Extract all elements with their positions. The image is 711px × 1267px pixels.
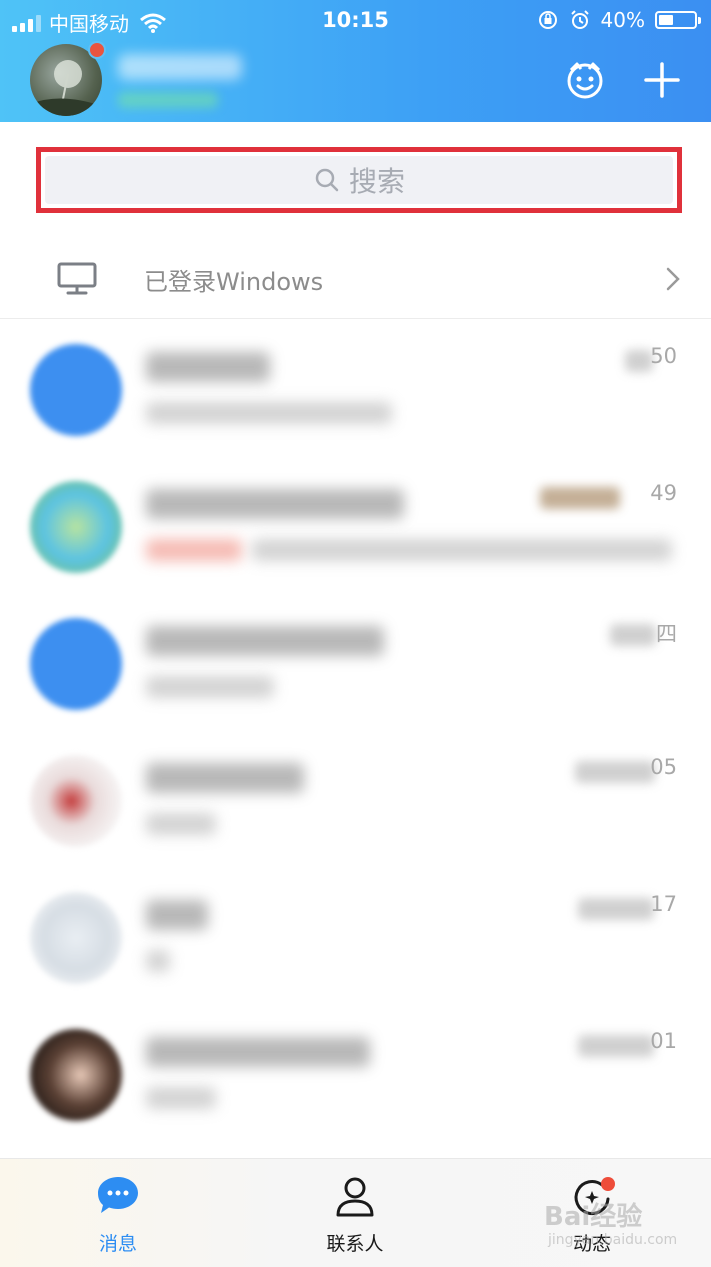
chat-name [146,352,270,382]
chat-time: 四 [656,622,677,646]
person-icon [336,1177,374,1217]
chat-time: 49 [650,481,677,505]
smiley-face-icon[interactable] [563,58,607,102]
battery-percent: 40% [600,8,645,32]
chat-avatar [30,1029,122,1121]
chat-group-avatars [540,487,620,509]
chat-preview [146,402,392,424]
search-bar[interactable]: 搜索 [45,156,673,204]
chat-preview [146,950,170,972]
chat-preview [146,813,216,835]
chat-mention-tag [146,539,242,561]
chat-time: 01 [650,1029,677,1053]
chat-preview [146,676,274,698]
chat-avatar [30,481,122,573]
search-icon [315,168,339,192]
chat-list: 50 49 四 05 17 01 [0,322,711,1144]
chat-item[interactable]: 四 [0,596,711,733]
chat-avatar [30,344,122,436]
orientation-lock-icon [538,11,557,29]
chat-name [146,1037,370,1067]
monitor-icon [57,262,97,295]
chat-time-blur [575,761,655,783]
tab-messages[interactable]: 消息 [48,1169,188,1259]
online-status[interactable] [118,92,218,108]
chat-item[interactable]: 49 [0,459,711,596]
status-bar: 中国移动 10:15 40% [0,0,711,40]
chat-time: 50 [650,344,677,368]
search-highlight-box: 搜索 [36,147,682,213]
tab-label: 消息 [98,1233,137,1255]
chat-time-blur [578,898,654,920]
chat-time-blur [578,1035,654,1057]
chat-name [146,763,304,793]
chat-avatar [30,755,122,847]
chat-time: 17 [650,892,677,916]
chevron-right-icon [666,267,680,291]
tab-label: 联系人 [326,1233,384,1255]
chat-bubble-icon [98,1177,138,1213]
battery-icon [655,11,701,29]
logged-in-label: 已登录Windows [144,268,324,296]
chat-time-blur [625,350,653,372]
watermark: Bai经验 [544,1202,643,1232]
logged-in-windows-row[interactable]: 已登录Windows [0,240,711,319]
chat-item[interactable]: 05 [0,733,711,870]
chat-time-blur [610,624,656,646]
chat-item[interactable]: 50 [0,322,711,459]
chat-name [146,489,404,519]
chat-item[interactable]: 01 [0,1007,711,1144]
plus-icon[interactable] [640,58,684,102]
watermark-url: jingyan.baidu.com [548,1232,678,1248]
chat-avatar [30,618,122,710]
chat-time: 05 [650,755,677,779]
top-header: 中国移动 10:15 40% [0,0,711,122]
notification-badge [88,41,106,59]
chat-preview [146,1087,216,1109]
chat-avatar [30,892,122,984]
chat-name [146,900,208,930]
alarm-icon [570,10,589,29]
tab-contacts[interactable]: 联系人 [285,1169,425,1259]
profile-name[interactable] [118,54,242,80]
chat-preview [252,539,672,561]
chat-name [146,626,384,656]
search-placeholder: 搜索 [348,165,405,198]
chat-item[interactable]: 17 [0,870,711,1007]
status-right: 40% [537,8,701,32]
